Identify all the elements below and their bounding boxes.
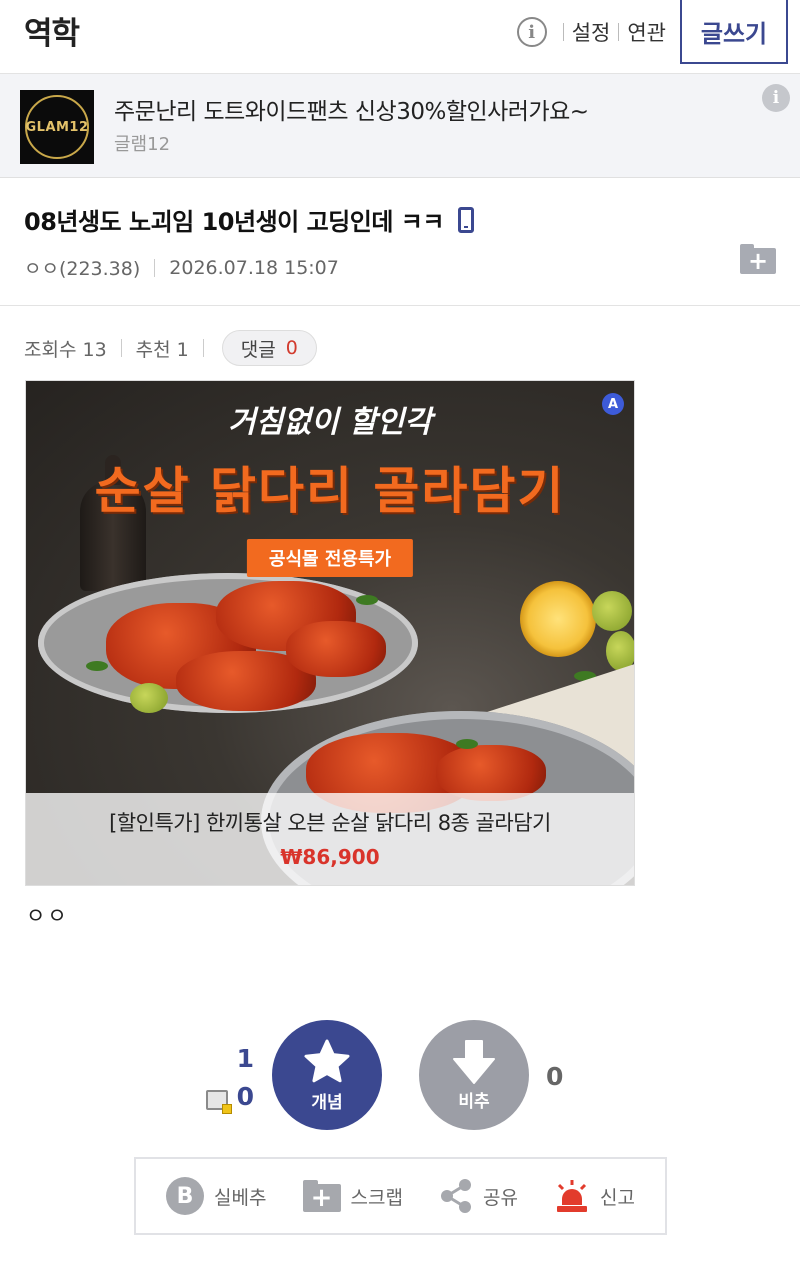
comment-label: 댓글 xyxy=(240,338,276,361)
siren-icon xyxy=(556,1180,587,1212)
ad-advertiser: 글램12 xyxy=(114,134,171,155)
post-stats: 조회수 13 추천 1 댓글 0 xyxy=(24,330,317,366)
post-body: ㅇㅇ xyxy=(26,904,69,928)
divider xyxy=(202,339,204,357)
downvote-button[interactable]: 비추 xyxy=(419,1020,529,1130)
post-header: 08년생도 노괴임 10년생이 고딩인데 ㅋㅋ ㅇㅇ(223.38) 2026.… xyxy=(0,178,800,306)
fixed-upvote-count: 0 xyxy=(236,1082,254,1111)
ad-image[interactable]: A 거침없이 할인각 순살 닭다리 골라담기 공식몰 전용특가 [할인특가] 한… xyxy=(25,380,635,886)
post-title-row: 08년생도 노괴임 10년생이 고딩인데 ㅋㅋ xyxy=(24,202,474,237)
ad-logo-text: GLAM12 xyxy=(25,95,89,159)
divider xyxy=(562,23,564,41)
chicken xyxy=(286,621,386,677)
write-button[interactable]: 글쓰기 xyxy=(680,0,788,64)
view-count: 조회수 13 xyxy=(24,338,107,361)
lemon xyxy=(520,581,596,657)
post-title: 08년생도 노괴임 10년생이 고딩인데 ㅋㅋ xyxy=(24,208,444,236)
share-button[interactable]: 공유 xyxy=(439,1178,518,1214)
best-recommend-label: 실베추 xyxy=(214,1186,267,1209)
ad-caption-title: [할인특가] 한끼통살 오븐 순살 닭다리 8종 골라담기 xyxy=(109,811,551,835)
comment-button[interactable]: 댓글 0 xyxy=(221,330,317,366)
comment-count: 0 xyxy=(285,337,298,359)
upvote-count: 1 xyxy=(236,1044,254,1073)
report-button[interactable]: 신고 xyxy=(554,1179,635,1213)
ad-logo[interactable]: GLAM12 xyxy=(20,90,94,164)
report-label: 신고 xyxy=(599,1186,635,1209)
fix-icon xyxy=(206,1090,232,1114)
ad-headline: 순살 닭다리 골라담기 xyxy=(94,462,566,520)
folder-add-icon[interactable]: + xyxy=(740,244,776,274)
ad-caption-price: ₩86,900 xyxy=(280,845,380,869)
header-actions: i 설정 연관 글쓰기 xyxy=(516,0,788,64)
down-arrow-icon xyxy=(453,1039,495,1084)
share-icon xyxy=(440,1179,471,1213)
folder-plus: + xyxy=(302,1184,341,1212)
upvote-label: 개념 xyxy=(311,1092,343,1113)
folder-plus: + xyxy=(740,248,776,274)
top-header: 역학 i 설정 연관 글쓰기 xyxy=(0,0,800,74)
post-meta: ㅇㅇ(223.38) 2026.07.18 15:07 xyxy=(24,254,339,281)
action-bar: B 실베추 + 스크랩 공유 신고 xyxy=(134,1157,667,1235)
herb xyxy=(456,739,478,749)
related-link[interactable]: 연관 xyxy=(627,17,666,47)
ad-banner[interactable]: GLAM12 주문난리 도트와이드팬츠 신상30%할인사러가요~ 글램12 i xyxy=(0,74,800,178)
post-author[interactable]: ㅇㅇ(223.38) xyxy=(24,254,140,281)
star-icon xyxy=(304,1039,350,1082)
mobile-icon xyxy=(457,206,474,233)
b-icon: B xyxy=(166,1177,205,1215)
ad-caption: [할인특가] 한끼통살 오븐 순살 닭다리 8종 골라담기 ₩86,900 xyxy=(26,793,634,885)
best-recommend-button[interactable]: B 실베추 xyxy=(166,1177,266,1215)
upvote-button[interactable]: 개념 xyxy=(272,1020,382,1130)
recommend-count: 추천 1 xyxy=(135,338,189,361)
lime xyxy=(130,683,168,713)
herb xyxy=(356,595,378,605)
settings-link[interactable]: 설정 xyxy=(572,17,611,47)
divider xyxy=(154,258,156,277)
downvote-label: 비추 xyxy=(458,1091,490,1112)
lime xyxy=(592,591,632,631)
info-icon[interactable]: i xyxy=(516,17,547,47)
share-label: 공유 xyxy=(482,1186,518,1209)
herb xyxy=(86,661,108,671)
scrap-icon: + xyxy=(302,1180,341,1212)
ad-pill: 공식몰 전용특가 xyxy=(246,539,414,577)
divider xyxy=(120,339,122,357)
gallery-title[interactable]: 역학 xyxy=(24,8,80,53)
divider xyxy=(618,23,620,41)
ad-slogan: 거침없이 할인각 xyxy=(228,405,432,440)
ad-banner-text[interactable]: 주문난리 도트와이드팬츠 신상30%할인사러가요~ xyxy=(114,92,589,126)
post-date: 2026.07.18 15:07 xyxy=(169,256,339,279)
scrap-button[interactable]: + 스크랩 xyxy=(302,1180,403,1212)
downvote-count: 0 xyxy=(546,1062,564,1091)
scrap-label: 스크랩 xyxy=(350,1186,403,1209)
ad-info-icon[interactable]: i xyxy=(762,84,790,112)
